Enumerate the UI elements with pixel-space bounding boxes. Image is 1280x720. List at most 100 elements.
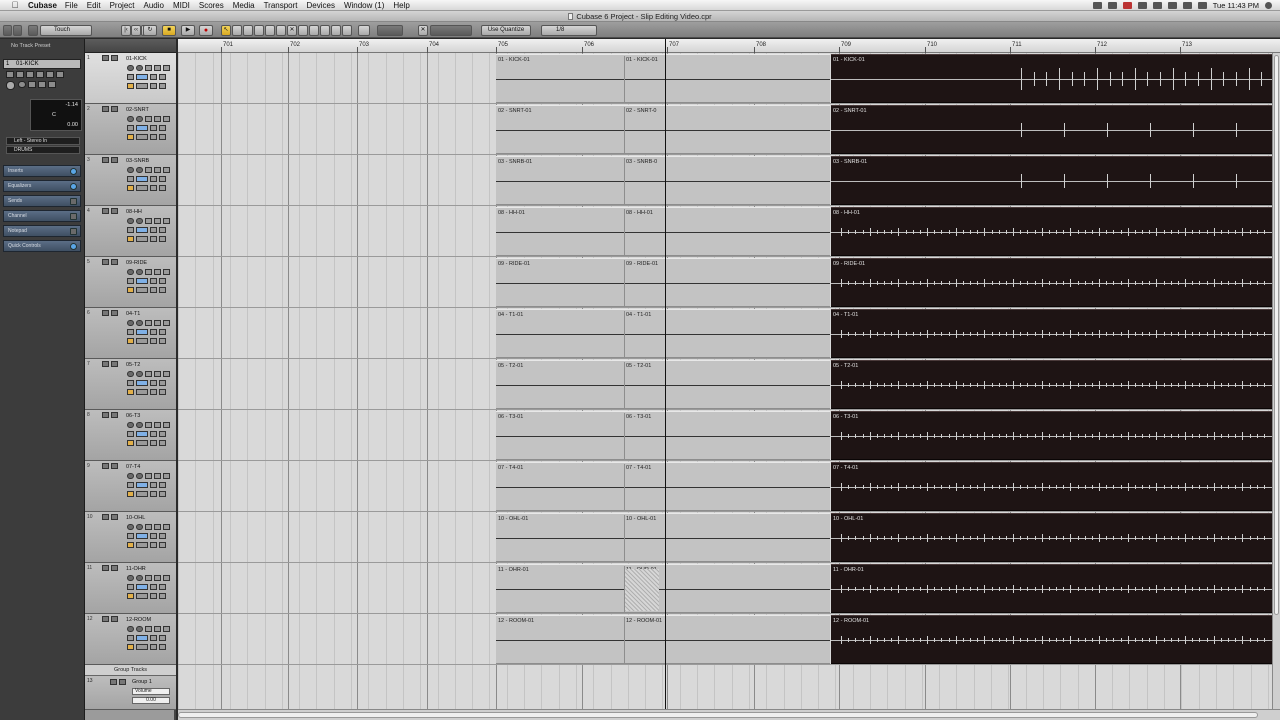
write-automation-button[interactable] (154, 167, 161, 173)
activate-project-button[interactable] (3, 25, 12, 36)
play-tool-icon[interactable] (331, 25, 341, 36)
section-inserts[interactable]: Inserts (3, 165, 81, 177)
lock-icon[interactable] (127, 83, 134, 89)
record-enable-button[interactable] (127, 218, 134, 224)
track-row[interactable]: 8 06-T3 (85, 410, 176, 461)
sends-button[interactable] (159, 533, 166, 539)
section-notepad[interactable]: Notepad (3, 225, 81, 237)
folder-icon[interactable] (150, 236, 157, 242)
solo-button[interactable] (111, 106, 118, 112)
track-name[interactable]: 11-OHR (126, 566, 146, 572)
folder-icon[interactable] (150, 542, 157, 548)
horizontal-scroll-thumb[interactable] (178, 712, 1258, 718)
eq-button[interactable] (150, 125, 157, 131)
play-button[interactable]: ▶ (181, 25, 195, 36)
folder-icon[interactable] (150, 440, 157, 446)
freeze-button[interactable] (159, 134, 166, 140)
lane-button[interactable] (127, 227, 134, 233)
audio-event[interactable]: 09 - RIDE-01 (831, 258, 1272, 307)
sends-button[interactable] (159, 431, 166, 437)
audio-event[interactable]: 12 - ROOM-01 (831, 615, 1272, 664)
track-name[interactable]: 07-T4 (126, 464, 140, 470)
audio-event[interactable]: 05 - T2-01 (831, 360, 1272, 409)
erase-tool-icon[interactable] (265, 25, 275, 36)
sends-button[interactable] (159, 584, 166, 590)
inspector-write-button[interactable] (36, 71, 44, 78)
lock-icon[interactable] (127, 593, 134, 599)
sends-button[interactable] (159, 329, 166, 335)
track-name[interactable]: 05-T2 (126, 362, 140, 368)
folder-icon[interactable] (150, 83, 157, 89)
dropbox-status-icon[interactable] (1107, 2, 1117, 9)
grid-type-select[interactable]: Use Quantize (481, 25, 531, 36)
section-quick-controls[interactable]: Quick Controls (3, 240, 81, 252)
audio-event[interactable]: 07 - T4-01 07 - T4-01 (496, 462, 830, 511)
object-selection-tool-icon[interactable]: ↖ (221, 25, 231, 36)
monitor-button[interactable] (136, 269, 143, 275)
record-status-icon[interactable] (1122, 2, 1132, 9)
eq-button[interactable] (150, 635, 157, 641)
monitor-button[interactable] (136, 167, 143, 173)
eq-button[interactable] (150, 380, 157, 386)
edit-channel-button[interactable] (163, 371, 170, 377)
lane-button[interactable] (127, 482, 134, 488)
inspector-read-button[interactable] (26, 71, 34, 78)
monitor-button[interactable] (136, 116, 143, 122)
wifi-icon[interactable] (1167, 2, 1177, 9)
edit-channel-button[interactable] (163, 473, 170, 479)
write-automation-button[interactable] (154, 269, 161, 275)
lane-button[interactable] (127, 125, 134, 131)
inserts-button[interactable] (136, 482, 148, 488)
track-name[interactable]: 04-T1 (126, 311, 140, 317)
folder-icon[interactable] (150, 389, 157, 395)
lock-icon[interactable] (127, 389, 134, 395)
write-automation-button[interactable] (154, 320, 161, 326)
menu-help[interactable]: Help (393, 1, 409, 10)
edit-channel-button[interactable] (163, 65, 170, 71)
folder-icon[interactable] (150, 491, 157, 497)
pan-value[interactable]: C (52, 112, 56, 118)
lock-icon[interactable] (127, 287, 134, 293)
timebase-button[interactable] (136, 83, 148, 89)
lock-icon[interactable] (127, 542, 134, 548)
write-automation-button[interactable] (154, 218, 161, 224)
timebase-button[interactable] (136, 491, 148, 497)
audio-event[interactable]: 08 - HH-01 08 - HH-01 (496, 207, 830, 256)
track-preset-field[interactable]: No Track Preset (2, 42, 82, 51)
read-automation-button[interactable] (145, 422, 152, 428)
freeze-button[interactable] (159, 83, 166, 89)
inspector-timebase-button[interactable] (28, 81, 36, 88)
solo-button[interactable] (111, 259, 118, 265)
inserts-button[interactable] (136, 533, 148, 539)
inspector-freeze-button[interactable] (56, 71, 64, 78)
lock-icon[interactable] (127, 440, 134, 446)
track-name[interactable]: 01-KICK (126, 56, 147, 62)
inspector-solo-button[interactable] (16, 71, 24, 78)
solo-button[interactable] (111, 565, 118, 571)
freeze-button[interactable] (159, 593, 166, 599)
eq-button[interactable] (150, 278, 157, 284)
mute-button[interactable] (102, 259, 109, 265)
mute-button[interactable] (102, 310, 109, 316)
split-tool-icon[interactable] (243, 25, 253, 36)
lock-icon[interactable] (127, 491, 134, 497)
track-row[interactable]: 7 05-T2 (85, 359, 176, 410)
timebase-button[interactable] (136, 644, 148, 650)
mute-button[interactable] (102, 157, 109, 163)
draw-tool-icon[interactable] (309, 25, 319, 36)
read-automation-button[interactable] (145, 473, 152, 479)
inspector-monitor-button[interactable] (18, 81, 26, 88)
timebase-button[interactable] (136, 338, 148, 344)
timebase-button[interactable] (136, 236, 148, 242)
volume-icon[interactable] (1182, 2, 1192, 9)
lock-icon[interactable] (127, 338, 134, 344)
read-automation-button[interactable] (145, 320, 152, 326)
solo-button[interactable] (111, 157, 118, 163)
input-routing-select[interactable]: Left - Stereo In (6, 137, 80, 145)
snap-button[interactable]: ✕ (418, 25, 428, 36)
folder-icon[interactable] (150, 185, 157, 191)
bypass-icon[interactable] (70, 198, 77, 205)
monitor-button[interactable] (136, 65, 143, 71)
mute-button[interactable] (102, 565, 109, 571)
inspector-mute-button[interactable] (6, 71, 14, 78)
